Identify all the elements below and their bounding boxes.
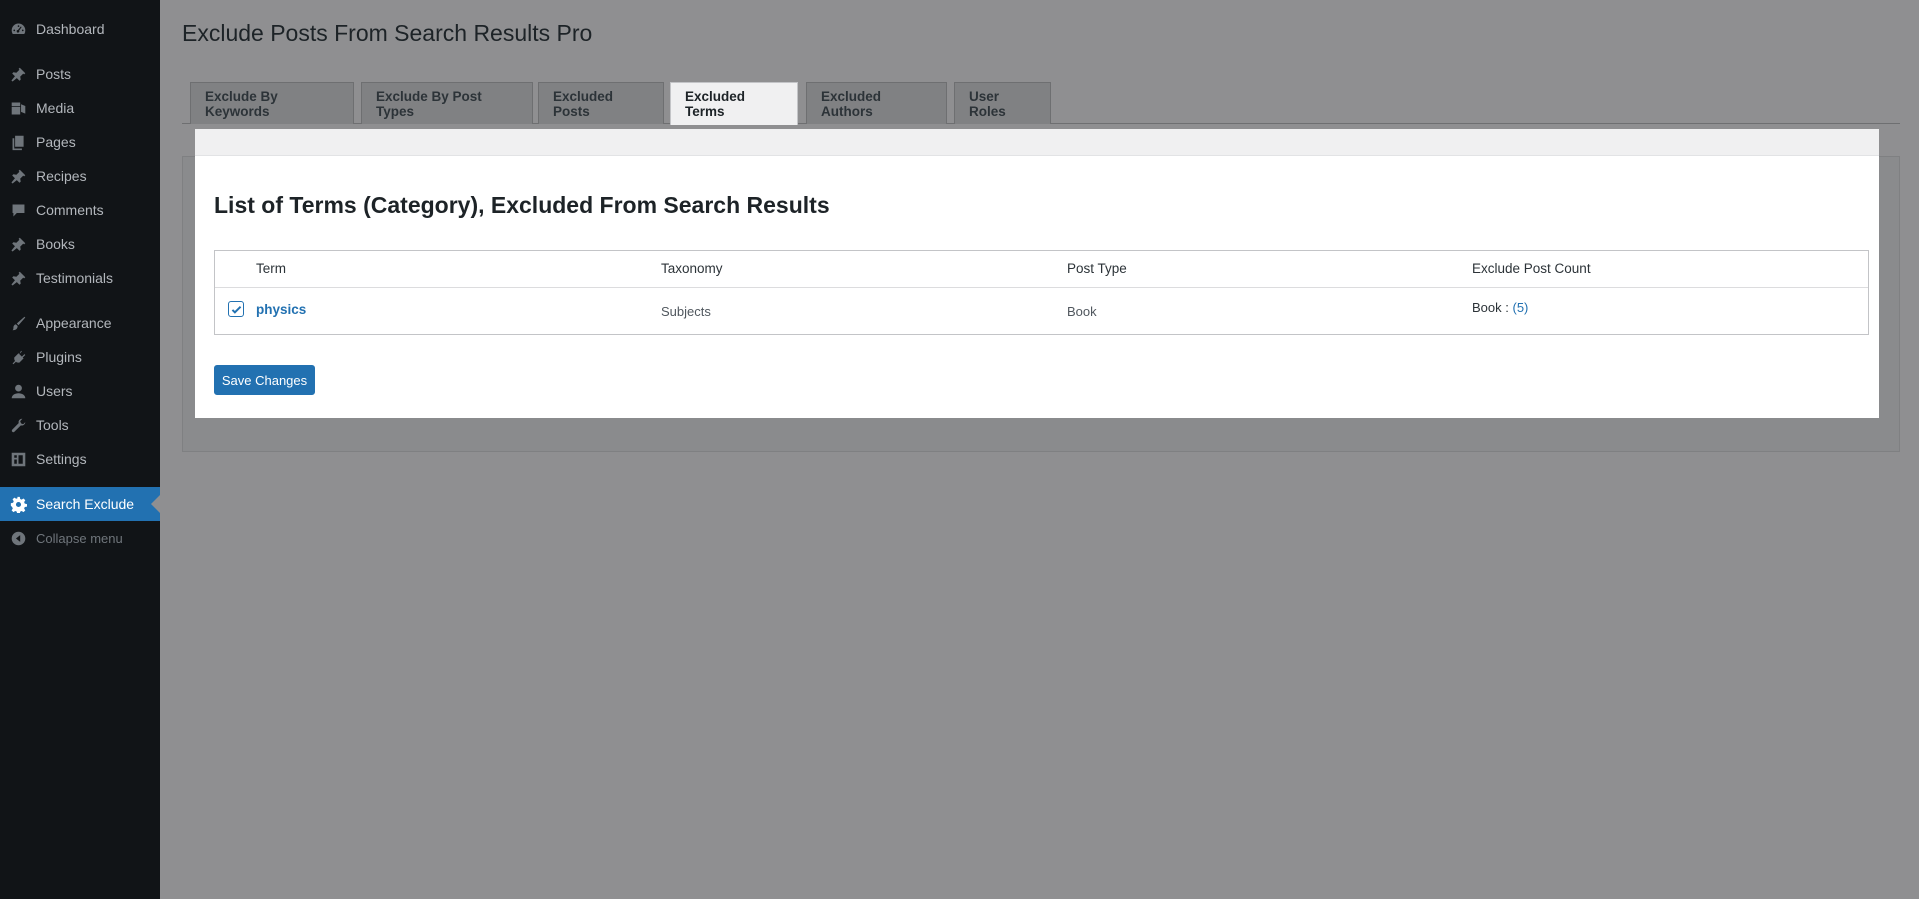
pages-icon bbox=[0, 134, 36, 151]
sidebar-item-settings[interactable]: Settings bbox=[0, 442, 160, 476]
sidebar-item-label: Posts bbox=[36, 66, 72, 82]
settings-icon bbox=[0, 451, 36, 468]
sidebar-item-label: Testimonials bbox=[36, 270, 114, 286]
sidebar-item-books[interactable]: Books bbox=[0, 227, 160, 261]
gear-icon bbox=[0, 496, 36, 513]
sidebar-item-users[interactable]: Users bbox=[0, 374, 160, 408]
dashboard-icon bbox=[0, 21, 36, 38]
sidebar-item-label: Dashboard bbox=[36, 21, 105, 37]
sidebar-item-testimonials[interactable]: Testimonials bbox=[0, 261, 160, 295]
sidebar-item-recipes[interactable]: Recipes bbox=[0, 159, 160, 193]
comment-icon bbox=[0, 202, 36, 219]
terms-table: Term Taxonomy Post Type Exclude Post Cou… bbox=[214, 250, 1869, 335]
sidebar-item-label: Plugins bbox=[36, 349, 82, 365]
post-type-cell: Book bbox=[1067, 304, 1097, 319]
sidebar-item-label: Appearance bbox=[36, 315, 112, 331]
sidebar-item-label: Settings bbox=[36, 451, 87, 467]
admin-sidebar: Dashboard Posts Media Pages Recipes Comm… bbox=[0, 0, 160, 899]
pin-icon bbox=[0, 236, 36, 253]
tab-exclude-by-post-types[interactable]: Exclude By Post Types bbox=[361, 82, 533, 124]
sidebar-item-comments[interactable]: Comments bbox=[0, 193, 160, 227]
tab-excluded-terms[interactable]: Excluded Terms bbox=[670, 82, 798, 125]
sidebar-item-label: Users bbox=[36, 383, 73, 399]
column-header-post-type: Post Type bbox=[1067, 261, 1127, 276]
brush-icon bbox=[0, 315, 36, 332]
sidebar-item-label: Collapse menu bbox=[36, 530, 123, 546]
column-header-term: Term bbox=[256, 261, 286, 276]
sidebar-item-media[interactable]: Media bbox=[0, 91, 160, 125]
pin-icon bbox=[0, 270, 36, 287]
sidebar-item-appearance[interactable]: Appearance bbox=[0, 306, 160, 340]
plug-icon bbox=[0, 349, 36, 366]
tab-user-roles[interactable]: User Roles bbox=[954, 82, 1051, 124]
sidebar-item-label: Books bbox=[36, 236, 75, 252]
column-header-taxonomy: Taxonomy bbox=[661, 261, 723, 276]
sidebar-item-dashboard[interactable]: Dashboard bbox=[0, 12, 160, 46]
sidebar-item-label: Media bbox=[36, 100, 75, 116]
tab-excluded-posts[interactable]: Excluded Posts bbox=[538, 82, 664, 124]
count-label: Book : bbox=[1472, 300, 1509, 315]
pin-icon bbox=[0, 168, 36, 185]
column-header-exclude-post-count: Exclude Post Count bbox=[1472, 261, 1591, 276]
sidebar-item-plugins[interactable]: Plugins bbox=[0, 340, 160, 374]
collapse-menu-button[interactable]: Collapse menu bbox=[0, 521, 160, 555]
term-link[interactable]: physics bbox=[256, 302, 306, 317]
panel-top-strip bbox=[195, 129, 1879, 156]
tab-bar: Exclude By Keywords Exclude By Post Type… bbox=[182, 82, 1900, 125]
sidebar-item-label: Search Exclude bbox=[36, 496, 135, 512]
count-link[interactable]: (5) bbox=[1512, 300, 1528, 315]
tab-excluded-authors[interactable]: Excluded Authors bbox=[806, 82, 947, 124]
page-title: Exclude Posts From Search Results Pro bbox=[182, 20, 593, 46]
checkmark-icon bbox=[231, 305, 241, 314]
sidebar-item-label: Tools bbox=[36, 417, 69, 433]
taxonomy-cell: Subjects bbox=[661, 304, 711, 319]
sidebar-item-label: Recipes bbox=[36, 168, 87, 184]
wrench-icon bbox=[0, 417, 36, 434]
section-heading: List of Terms (Category), Excluded From … bbox=[214, 192, 830, 218]
excluded-terms-panel: List of Terms (Category), Excluded From … bbox=[195, 129, 1879, 418]
user-icon bbox=[0, 383, 36, 400]
table-header-divider bbox=[215, 287, 1868, 288]
sidebar-item-label: Comments bbox=[36, 202, 104, 218]
pin-icon bbox=[0, 66, 36, 83]
row-checkbox[interactable] bbox=[228, 301, 244, 317]
sidebar-item-label: Pages bbox=[36, 134, 76, 150]
save-changes-button[interactable]: Save Changes bbox=[214, 365, 315, 395]
sidebar-item-search-exclude[interactable]: Search Exclude bbox=[0, 487, 160, 521]
exclude-count-cell: Book : (5) bbox=[1472, 300, 1528, 315]
sidebar-item-tools[interactable]: Tools bbox=[0, 408, 160, 442]
sidebar-item-pages[interactable]: Pages bbox=[0, 125, 160, 159]
sidebar-item-posts[interactable]: Posts bbox=[0, 57, 160, 91]
collapse-icon bbox=[0, 530, 36, 547]
tab-exclude-by-keywords[interactable]: Exclude By Keywords bbox=[190, 82, 354, 124]
media-icon bbox=[0, 100, 36, 117]
